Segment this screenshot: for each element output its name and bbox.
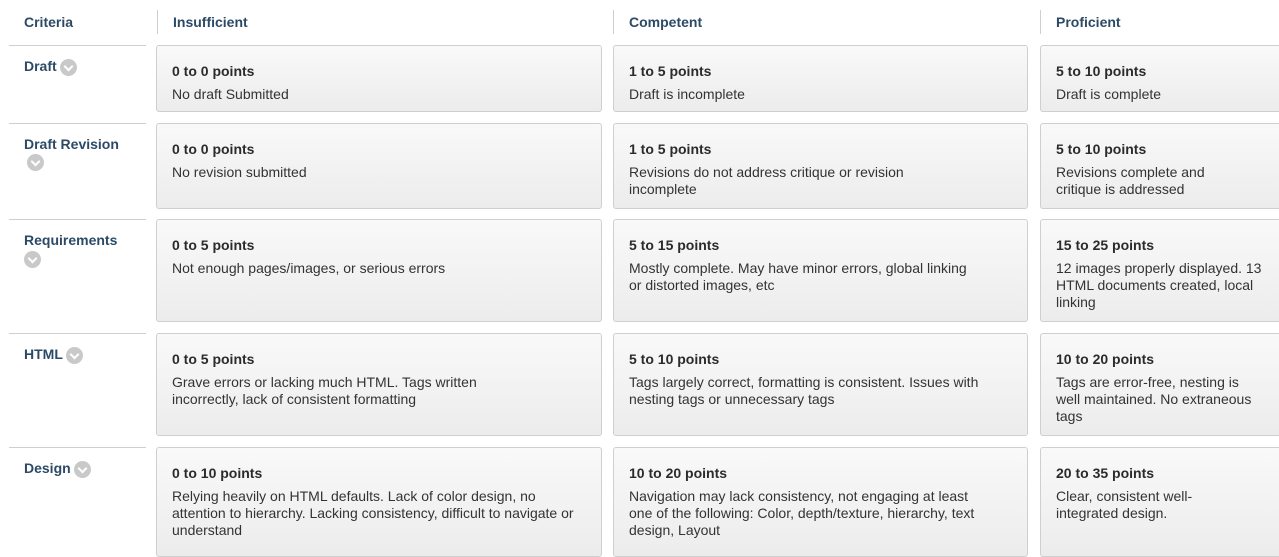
rating-description: Revisions do not address critique or rev… bbox=[629, 164, 904, 197]
rating-description: Tags are error-free, nesting is well mai… bbox=[1056, 374, 1252, 424]
rating-points: 10 to 20 points bbox=[629, 465, 728, 481]
rating-points: 0 to 5 points bbox=[172, 237, 255, 253]
criterion-label: HTML bbox=[24, 346, 63, 362]
chevron-down-circle-icon[interactable] bbox=[73, 460, 91, 478]
chevron-down-circle-icon[interactable] bbox=[59, 58, 77, 76]
rating-description: Draft is incomplete bbox=[629, 86, 745, 102]
header-proficient: Proficient bbox=[1056, 14, 1121, 30]
rating-description: Clear, consistent well-integrated design… bbox=[1056, 488, 1193, 521]
rating-points: 5 to 10 points bbox=[1056, 63, 1147, 79]
rating-cell-insufficient[interactable]: 0 to 5 points Grave errors or lacking mu… bbox=[156, 333, 602, 436]
criterion-label: Draft Revision bbox=[24, 136, 119, 152]
row-divider bbox=[9, 219, 146, 220]
rating-points: 15 to 25 points bbox=[1056, 237, 1155, 253]
rating-points: 1 to 5 points bbox=[629, 63, 712, 79]
header-divider bbox=[613, 10, 614, 34]
rating-points: 0 to 10 points bbox=[172, 465, 263, 481]
rating-points: 0 to 0 points bbox=[172, 141, 255, 157]
criterion-label: Requirements bbox=[24, 232, 118, 248]
rating-cell-proficient[interactable]: 20 to 35 points Clear, consistent well-i… bbox=[1040, 447, 1279, 557]
rating-cell-proficient[interactable]: 5 to 10 points Draft is complete bbox=[1040, 45, 1279, 112]
header-insufficient: Insufficient bbox=[173, 14, 248, 30]
header-divider bbox=[157, 10, 158, 34]
header-divider bbox=[1040, 10, 1041, 34]
rating-points: 0 to 5 points bbox=[172, 351, 255, 367]
rating-cell-competent[interactable]: 5 to 15 points Mostly complete. May have… bbox=[613, 219, 1028, 322]
rating-cell-insufficient[interactable]: 0 to 0 points No revision submitted bbox=[156, 123, 602, 209]
rating-points: 5 to 15 points bbox=[629, 237, 720, 253]
rating-description: No revision submitted bbox=[172, 164, 307, 180]
criterion-row-draft: Draft 0 to 0 points No draft Submitted 1… bbox=[0, 45, 1279, 113]
rating-points: 10 to 20 points bbox=[1056, 351, 1155, 367]
criterion-title: Requirements bbox=[24, 232, 139, 268]
rating-cell-proficient[interactable]: 5 to 10 points Revisions complete and cr… bbox=[1040, 123, 1279, 209]
rating-description: Not enough pages/images, or serious erro… bbox=[172, 260, 446, 276]
row-divider bbox=[9, 333, 146, 334]
rating-description: Mostly complete. May have minor errors, … bbox=[629, 260, 967, 293]
header-criteria: Criteria bbox=[24, 14, 74, 30]
rating-cell-insufficient[interactable]: 0 to 5 points Not enough pages/images, o… bbox=[156, 219, 602, 322]
criterion-row-draft-revision: Draft Revision 0 to 0 points No revision… bbox=[0, 123, 1279, 209]
rating-description: No draft Submitted bbox=[172, 86, 289, 102]
rating-cell-insufficient[interactable]: 0 to 0 points No draft Submitted bbox=[156, 45, 602, 112]
criterion-title: Design bbox=[24, 460, 144, 478]
row-divider bbox=[9, 123, 146, 124]
rating-cell-competent[interactable]: 5 to 10 points Tags largely correct, for… bbox=[613, 333, 1028, 436]
criterion-label: Design bbox=[24, 460, 71, 476]
criterion-row-design: Design 0 to 10 points Relying heavily on… bbox=[0, 447, 1279, 557]
rating-points: 1 to 5 points bbox=[629, 141, 712, 157]
rating-description: Draft is complete bbox=[1056, 86, 1162, 102]
rating-cell-proficient[interactable]: 15 to 25 points 12 images properly displ… bbox=[1040, 219, 1279, 322]
rating-description: Tags largely correct, formatting is cons… bbox=[629, 374, 979, 407]
rating-cell-competent[interactable]: 10 to 20 points Navigation may lack cons… bbox=[613, 447, 1028, 557]
header-competent: Competent bbox=[629, 14, 703, 30]
chevron-down-circle-icon[interactable] bbox=[27, 153, 44, 171]
row-divider bbox=[9, 45, 146, 46]
criterion-title: HTML bbox=[24, 346, 144, 364]
rating-points: 5 to 10 points bbox=[1056, 141, 1147, 157]
rating-points: 20 to 35 points bbox=[1056, 465, 1155, 481]
chevron-down-circle-icon[interactable] bbox=[65, 346, 83, 364]
rating-cell-insufficient[interactable]: 0 to 10 points Relying heavily on HTML d… bbox=[156, 447, 602, 557]
rating-points: 0 to 0 points bbox=[172, 63, 255, 79]
rating-cell-competent[interactable]: 1 to 5 points Draft is incomplete bbox=[613, 45, 1028, 112]
criterion-title: Draft bbox=[24, 58, 144, 76]
rating-points: 5 to 10 points bbox=[629, 351, 720, 367]
criterion-row-html: HTML 0 to 5 points Grave errors or lacki… bbox=[0, 333, 1279, 437]
criterion-label: Draft bbox=[24, 58, 57, 74]
rating-description: Grave errors or lacking much HTML. Tags … bbox=[172, 374, 477, 407]
rating-description: Relying heavily on HTML defaults. Lack o… bbox=[172, 488, 574, 538]
chevron-down-circle-icon[interactable] bbox=[24, 251, 41, 268]
row-divider bbox=[9, 447, 146, 448]
rating-description: 12 images properly displayed. 13 HTML do… bbox=[1056, 260, 1262, 310]
rating-cell-competent[interactable]: 1 to 5 points Revisions do not address c… bbox=[613, 123, 1028, 209]
criterion-title: Draft Revision bbox=[24, 136, 124, 171]
criterion-row-requirements: Requirements 0 to 5 points Not enough pa… bbox=[0, 219, 1279, 323]
rating-cell-proficient[interactable]: 10 to 20 points Tags are error-free, nes… bbox=[1040, 333, 1279, 436]
rating-description: Navigation may lack consistency, not eng… bbox=[629, 488, 975, 538]
rating-description: Revisions complete and critique is addre… bbox=[1056, 164, 1205, 197]
rubric-header: Criteria Insufficient Competent Proficie… bbox=[0, 0, 1279, 40]
